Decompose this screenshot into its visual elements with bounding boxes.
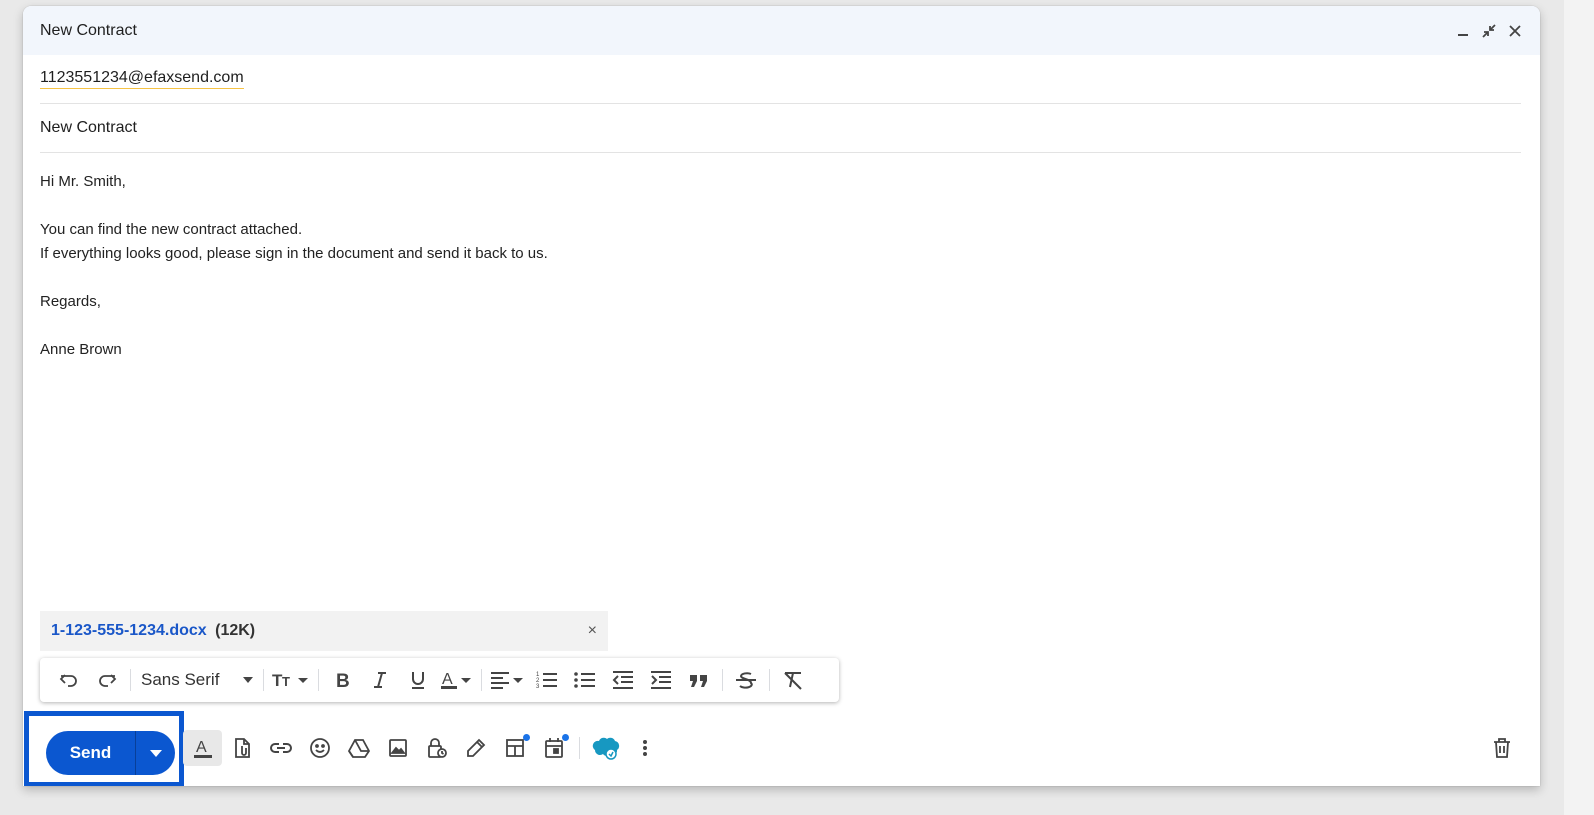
attachment-label: 1-123-555-1234.docx (12K) [51,622,255,640]
minimize-icon[interactable] [1453,21,1473,41]
body-line [40,266,1523,290]
separator [263,669,264,691]
indent-less-icon[interactable] [608,664,638,696]
attachment-name[interactable]: 1-123-555-1234.docx [51,622,207,639]
attach-file-icon[interactable] [222,730,261,766]
discard-draft-icon[interactable] [1484,730,1520,766]
font-family-select[interactable]: Sans Serif [135,670,259,690]
indent-more-icon[interactable] [646,664,676,696]
text-size-icon[interactable]: TT [272,664,310,696]
separator [481,669,482,691]
calendar-event-icon[interactable] [534,730,573,766]
formatting-toolbar: Sans Serif TT B A 123 [40,658,839,702]
chevron-down-icon [243,677,253,683]
confidential-mode-icon[interactable] [417,730,456,766]
separator [318,669,319,691]
italic-icon[interactable] [365,664,395,696]
bulleted-list-icon[interactable] [570,664,600,696]
svg-text:A: A [196,739,207,756]
subject-text: New Contract [40,119,137,136]
send-highlight-box: Send [24,711,184,786]
send-label: Send [69,743,112,762]
insert-photo-icon[interactable] [378,730,417,766]
compose-tools: A [183,716,664,780]
body-line [40,194,1523,218]
font-family-value: Sans Serif [141,670,220,689]
svg-text:B: B [336,671,350,690]
compose-bottom-bar: Send A [23,711,1540,786]
insert-signature-icon[interactable] [456,730,495,766]
attachment-size: (12K) [215,622,256,639]
separator [130,669,131,691]
body-line: You can find the new contract attached. [40,221,303,238]
body-line: Regards, [40,293,101,310]
compose-title-bar[interactable]: New Contract [23,6,1540,55]
separator [769,669,770,691]
separator [579,737,580,759]
separator [722,669,723,691]
close-icon[interactable] [1505,21,1525,41]
send-button[interactable]: Send [46,731,175,775]
schedule-send-dropdown[interactable] [136,749,175,757]
subject-field[interactable]: New Contract [40,104,1521,153]
body-line: Hi Mr. Smith, [40,173,126,190]
remove-formatting-icon[interactable] [778,664,808,696]
body-line: If everything looks good, please sign in… [40,245,548,262]
svg-text:A: A [442,671,453,688]
chevron-down-icon [149,749,162,757]
insert-link-icon[interactable] [261,730,300,766]
insert-emoji-icon[interactable] [300,730,339,766]
body-line [40,314,1523,338]
recipients-field[interactable]: 1123551234@efaxsend.com [40,55,1521,104]
remove-attachment-button[interactable]: × [588,622,597,640]
salesforce-icon[interactable] [586,730,625,766]
bold-icon[interactable]: B [327,664,357,696]
strikethrough-icon[interactable] [731,664,761,696]
more-options-icon[interactable] [625,730,664,766]
body-line: Anne Brown [40,341,122,358]
exit-fullscreen-icon[interactable] [1479,21,1499,41]
compose-window: New Contract 1123551234@efaxsend.com New… [23,6,1540,786]
svg-text:3: 3 [536,684,540,690]
recipient-chip[interactable]: 1123551234@efaxsend.com [40,69,244,89]
layouts-icon[interactable] [495,730,534,766]
quote-icon[interactable] [684,664,714,696]
google-drive-icon[interactable] [339,730,378,766]
numbered-list-icon[interactable]: 123 [532,664,562,696]
attachment-chip[interactable]: 1-123-555-1234.docx (12K) × [40,611,608,651]
notification-dot [523,734,530,741]
underline-icon[interactable] [403,664,433,696]
notification-dot [562,734,569,741]
text-color-icon[interactable]: A [441,664,473,696]
background-page [1564,0,1594,815]
svg-text:T: T [282,674,290,689]
formatting-options-icon[interactable]: A [183,730,222,766]
compose-title: New Contract [40,21,137,39]
message-body[interactable]: Hi Mr. Smith, You can find the new contr… [40,153,1523,362]
redo-icon[interactable] [92,664,122,696]
align-icon[interactable] [490,664,524,696]
window-controls [1453,21,1525,41]
undo-icon[interactable] [54,664,84,696]
